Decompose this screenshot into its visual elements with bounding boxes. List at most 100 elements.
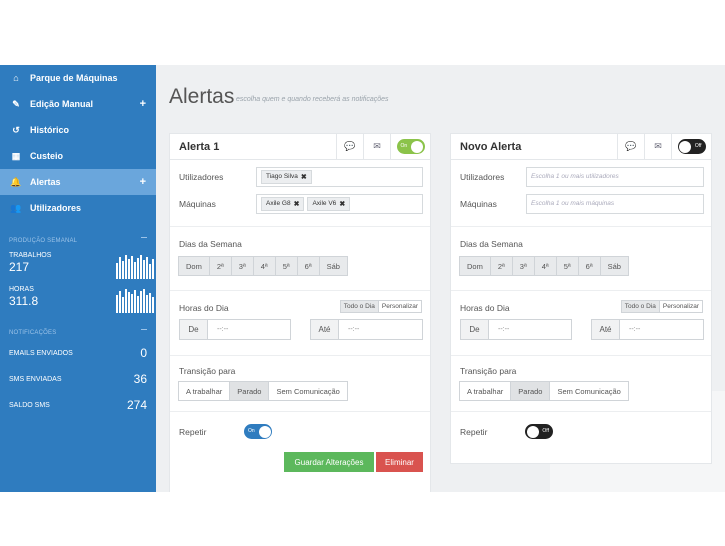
hours-mode-group: Todo o Dia Personalizar: [339, 300, 422, 313]
all-day-button[interactable]: Todo o Dia: [620, 300, 660, 313]
day-5[interactable]: 5ª: [274, 256, 298, 276]
machines-placeholder: Escolha 1 ou mais máquinas: [531, 200, 615, 207]
page-title: Alertas: [169, 85, 235, 108]
delete-button[interactable]: Eliminar: [376, 452, 423, 472]
day-6[interactable]: 6ª: [577, 256, 601, 276]
remove-icon[interactable]: ✖: [294, 200, 300, 208]
alert-card-1: Alerta 1 💬 ✉ On Utilizadores Tiago Silva…: [169, 133, 431, 492]
day-4[interactable]: 4ª: [252, 256, 276, 276]
users-input[interactable]: Escolha 1 ou mais utilizadores: [526, 166, 704, 187]
sidebar-item-label: Edição Manual: [30, 99, 94, 109]
machine-chip: Axile V6 ✖: [307, 196, 351, 211]
transition-group: A trabalhar Parado Sem Comunicação: [459, 381, 629, 401]
day-sab[interactable]: Sáb: [318, 256, 348, 276]
from-time-input[interactable]: De --:--: [460, 319, 572, 340]
custom-button[interactable]: Personalizar: [377, 300, 422, 313]
sidebar-item-label: Utilizadores: [30, 203, 82, 213]
day-2[interactable]: 2ª: [208, 256, 232, 276]
plus-icon[interactable]: +: [140, 176, 146, 188]
machines-label: Máquinas: [179, 198, 216, 209]
repeat-toggle[interactable]: Off: [525, 424, 553, 439]
day-2[interactable]: 2ª: [489, 256, 513, 276]
repeat-toggle[interactable]: On: [244, 424, 272, 439]
day-dom[interactable]: Dom: [178, 256, 210, 276]
bell-icon: 🔔: [10, 176, 22, 187]
from-time-input[interactable]: De --:--: [179, 319, 291, 340]
users-label: Utilizadores: [460, 171, 505, 182]
plus-icon[interactable]: +: [140, 98, 146, 110]
transition-title: Transição para: [460, 366, 517, 376]
sidebar-item-historico[interactable]: ↺ Histórico: [0, 117, 156, 143]
to-label: Até: [592, 320, 620, 339]
sidebar-item-label: Parque de Máquinas: [30, 73, 118, 83]
machines-label: Máquinas: [460, 198, 497, 209]
history-icon: ↺: [12, 124, 20, 135]
sidebar-item-label: Histórico: [30, 125, 70, 135]
page-subtitle: escolha quem e quando receberá as notifi…: [236, 96, 389, 103]
targets-section: Utilizadores Escolha 1 ou mais utilizado…: [451, 160, 711, 227]
remove-icon[interactable]: ✖: [301, 173, 307, 181]
card-header: Novo Alerta 💬 ✉ Off: [451, 133, 711, 160]
day-3[interactable]: 3ª: [511, 256, 535, 276]
collapse-icon[interactable]: [141, 329, 147, 330]
days-title: Dias da Semana: [179, 239, 242, 249]
days-group: Dom 2ª 3ª 4ª 5ª 6ª Sáb: [459, 256, 629, 276]
transition-working[interactable]: A trabalhar: [459, 381, 512, 401]
stat-trabalhos: TRABALHOS 217: [0, 248, 156, 282]
section-notifications: NOTIFICAÇÕES: [0, 326, 156, 340]
repeat-section: Repetir Off: [451, 412, 711, 452]
sidebar-item-label: Alertas: [30, 177, 61, 187]
transition-stopped[interactable]: Parado: [229, 381, 270, 401]
users-input[interactable]: Tiago Silva ✖: [256, 166, 423, 187]
alert-enabled-toggle[interactable]: Off: [671, 133, 711, 160]
sparkline-bars: [116, 255, 154, 279]
collapse-icon[interactable]: [141, 237, 147, 238]
day-3[interactable]: 3ª: [230, 256, 254, 276]
hours-section: Horas do Dia Todo o Dia Personalizar De …: [451, 291, 711, 356]
edit-icon: ✎: [12, 98, 20, 109]
day-6[interactable]: 6ª: [296, 256, 320, 276]
count-sms-balance: SALDO SMS 274: [9, 398, 147, 412]
repeat-section: Repetir On Guardar Alterações Eliminar: [170, 412, 430, 472]
repeat-label: Repetir: [460, 427, 488, 437]
machines-input[interactable]: Escolha 1 ou mais máquinas: [526, 193, 704, 214]
sidebar-item-alertas[interactable]: 🔔 Alertas +: [0, 169, 156, 195]
alert-card-new: Novo Alerta 💬 ✉ Off Utilizadores Escolha…: [450, 133, 712, 464]
day-dom[interactable]: Dom: [459, 256, 491, 276]
transition-title: Transição para: [179, 366, 236, 376]
sidebar-item-parque[interactable]: ⌂ Parque de Máquinas: [0, 65, 156, 91]
sms-icon[interactable]: 💬: [617, 133, 644, 160]
alert-enabled-toggle[interactable]: On: [390, 133, 430, 160]
transition-working[interactable]: A trabalhar: [178, 381, 231, 401]
sidebar-item-custeio[interactable]: ▦ Custeio: [0, 143, 156, 169]
machines-input[interactable]: Axile G8 ✖ Axile V6 ✖: [256, 193, 423, 214]
transition-no-comm[interactable]: Sem Comunicação: [549, 381, 629, 401]
to-time-input[interactable]: Até --:--: [591, 319, 704, 340]
to-value: --:--: [339, 320, 422, 339]
day-4[interactable]: 4ª: [533, 256, 557, 276]
transition-stopped[interactable]: Parado: [510, 381, 551, 401]
day-5[interactable]: 5ª: [555, 256, 579, 276]
save-button[interactable]: Guardar Alterações: [284, 452, 374, 472]
all-day-button[interactable]: Todo o Dia: [339, 300, 379, 313]
days-section: Dias da Semana Dom 2ª 3ª 4ª 5ª 6ª Sáb: [170, 227, 430, 291]
hours-mode-group: Todo o Dia Personalizar: [620, 300, 703, 313]
email-icon[interactable]: ✉: [644, 133, 671, 160]
sidebar-item-utilizadores[interactable]: 👥 Utilizadores: [0, 195, 156, 221]
transition-section: Transição para A trabalhar Parado Sem Co…: [451, 356, 711, 412]
count-emails: EMAILS ENVIADOS 0: [9, 346, 147, 360]
to-label: Até: [311, 320, 339, 339]
transition-no-comm[interactable]: Sem Comunicação: [268, 381, 348, 401]
sparkline-bars: [116, 289, 154, 313]
day-sab[interactable]: Sáb: [599, 256, 629, 276]
stat-horas: HORAS 311.8: [0, 282, 156, 316]
sidebar-item-edicao[interactable]: ✎ Edição Manual +: [0, 91, 156, 117]
sidebar-item-label: Custeio: [30, 151, 64, 161]
to-time-input[interactable]: Até --:--: [310, 319, 423, 340]
section-weekly-production: PRODUÇÃO SEMANAL: [0, 234, 156, 248]
sms-icon[interactable]: 💬: [336, 133, 363, 160]
email-icon[interactable]: ✉: [363, 133, 390, 160]
remove-icon[interactable]: ✖: [339, 200, 345, 208]
custom-button[interactable]: Personalizar: [658, 300, 703, 313]
hours-section: Horas do Dia Todo o Dia Personalizar De …: [170, 291, 430, 356]
